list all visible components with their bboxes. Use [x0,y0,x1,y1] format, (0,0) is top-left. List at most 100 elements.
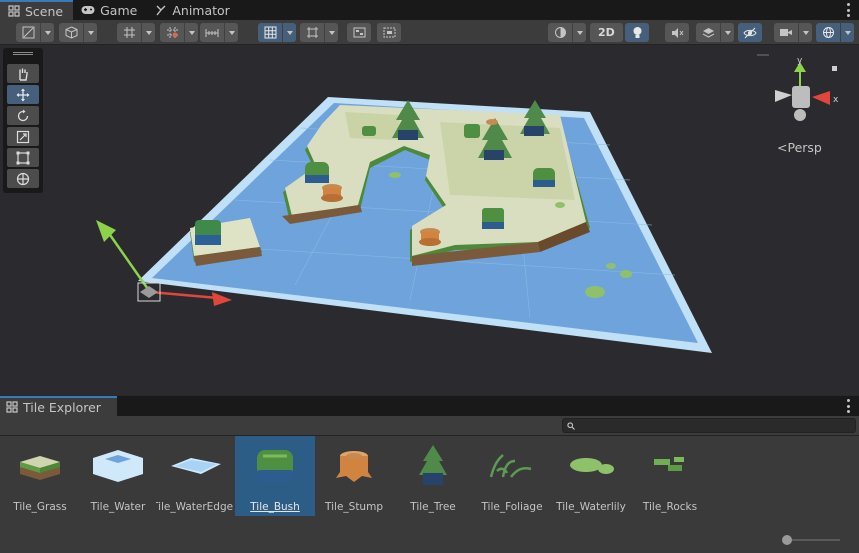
overlay-toggle[interactable] [377,23,401,42]
tab-animator[interactable]: Animator [147,0,239,20]
tile-label: Tile_Tree [410,501,456,513]
layers-icon [696,23,720,42]
ruler-icon [200,23,224,42]
search-input[interactable] [579,420,849,431]
chevron-down-icon [141,23,155,42]
water-tile-icon [78,436,158,496]
tab-game-label: Game [100,2,138,18]
animator-icon [156,5,166,16]
move-tool[interactable] [7,85,39,104]
eye-hidden-icon [738,23,762,42]
audio-toggle[interactable] [665,23,689,42]
tile-bush[interactable]: Tile_Bush [235,436,315,516]
gizmo-axis-x: x [833,95,839,105]
tab-animator-label: Animator [172,2,230,18]
rocks-tile-icon [630,436,710,496]
transform-tool[interactable] [7,169,39,188]
grid-icon [258,23,282,42]
draw-mode-dropdown[interactable] [16,23,54,42]
gizmo-axis-y: y [797,56,803,66]
render-icon [347,23,371,42]
rotate-tool[interactable] [7,106,39,125]
render-mode-toggle[interactable] [347,23,371,42]
tab-tile-explorer[interactable]: Tile Explorer [0,396,117,416]
chevron-down-icon [720,23,734,42]
shading-mode-dropdown[interactable] [548,23,586,42]
panel-title: Tile Explorer [23,399,101,415]
tile-grass[interactable]: Tile_Grass [0,436,80,516]
tile-wateredge[interactable]: Tile_WaterEdge [156,436,236,516]
chevron-down-icon [40,23,54,42]
projection-toggle[interactable]: <Persp [777,140,822,155]
toggle-2d-label: 2D [598,26,615,39]
transform-icon [16,172,30,185]
tile-waterlily[interactable]: Tile_Waterlily [551,436,631,516]
hand-tool[interactable] [7,64,39,83]
tile-foliage[interactable]: Tile_Foliage [472,436,552,516]
water-edge-tile-icon [156,436,236,496]
lighting-toggle[interactable] [625,23,649,42]
slider-knob[interactable] [782,535,792,545]
tile-rocks[interactable]: Tile_Rocks [630,436,710,516]
global-dropdown[interactable] [160,23,198,42]
panel-toolbar [0,416,859,436]
bush-tile-icon [235,436,315,496]
snapping-dropdown[interactable] [300,23,338,42]
tile-stump[interactable]: Tile_Stump [314,436,394,516]
lightbulb-icon [625,23,649,42]
gizmos-dropdown[interactable] [816,23,854,42]
tile-label: Tile_Bush [250,501,300,513]
increment-snap-dropdown[interactable] [200,23,238,42]
tile-label: Tile_Stump [325,501,383,513]
rotate-icon [17,109,29,121]
chevron-down-icon [572,23,586,42]
tile-water[interactable]: Tile_Water [78,436,158,516]
scene-grid-icon [8,5,20,17]
shading-dropdown[interactable] [59,23,97,42]
tile-grid: Tile_Grass Tile_Water Tile_WaterEdge Til… [0,436,859,553]
scene-toolbar: 2D [0,20,859,45]
pivot-dropdown[interactable] [117,23,155,42]
tile-label: Tile_Foliage [481,501,543,513]
scene-viewport[interactable]: y x [0,45,859,395]
window-menu-icon[interactable] [847,3,851,17]
camera-dropdown[interactable] [774,23,812,42]
tab-scene-label: Scene [25,3,64,19]
tree-tile-icon [393,436,473,496]
waterlily-tile-icon [551,436,631,496]
chevron-down-icon [840,23,854,42]
tile-size-slider[interactable] [782,535,840,545]
effects-dropdown[interactable] [696,23,734,42]
hidden-objects-toggle[interactable] [738,23,762,42]
scale-tool[interactable] [7,127,39,146]
orientation-gizmo[interactable] [775,62,837,121]
tile-label: Tile_Rocks [642,501,698,513]
search-field[interactable] [562,418,856,433]
stump-tile-icon [314,436,394,496]
hand-icon [19,68,28,81]
tile-label: Tile_Grass [13,501,67,513]
foliage-tile-icon [472,436,552,496]
speaker-muted-icon [665,23,689,42]
toggle-2d-button[interactable]: 2D [590,23,623,42]
tile-label: Tile_WaterEdge [156,501,234,513]
tile-tree[interactable]: Tile_Tree [393,436,473,516]
draw-mode-icon [16,23,40,42]
chevron-down-icon [83,23,97,42]
chevron-down-icon [324,23,338,42]
snap-grid-icon [160,23,184,42]
grid-toggle[interactable] [258,23,296,42]
camera-icon [774,23,798,42]
rect-icon [16,151,30,164]
pivot-icon [117,23,141,42]
tab-scene[interactable]: Scene [0,0,74,20]
sphere-icon [548,23,572,42]
snap-icon [300,23,324,42]
tab-game[interactable]: Game [73,0,147,20]
drag-handle[interactable] [13,52,33,55]
rect-tool[interactable] [7,148,39,167]
tools-overlay [3,48,43,193]
move-arrows-icon [16,88,30,101]
tile-grid-icon [6,401,18,413]
panel-menu-icon[interactable] [847,399,851,413]
